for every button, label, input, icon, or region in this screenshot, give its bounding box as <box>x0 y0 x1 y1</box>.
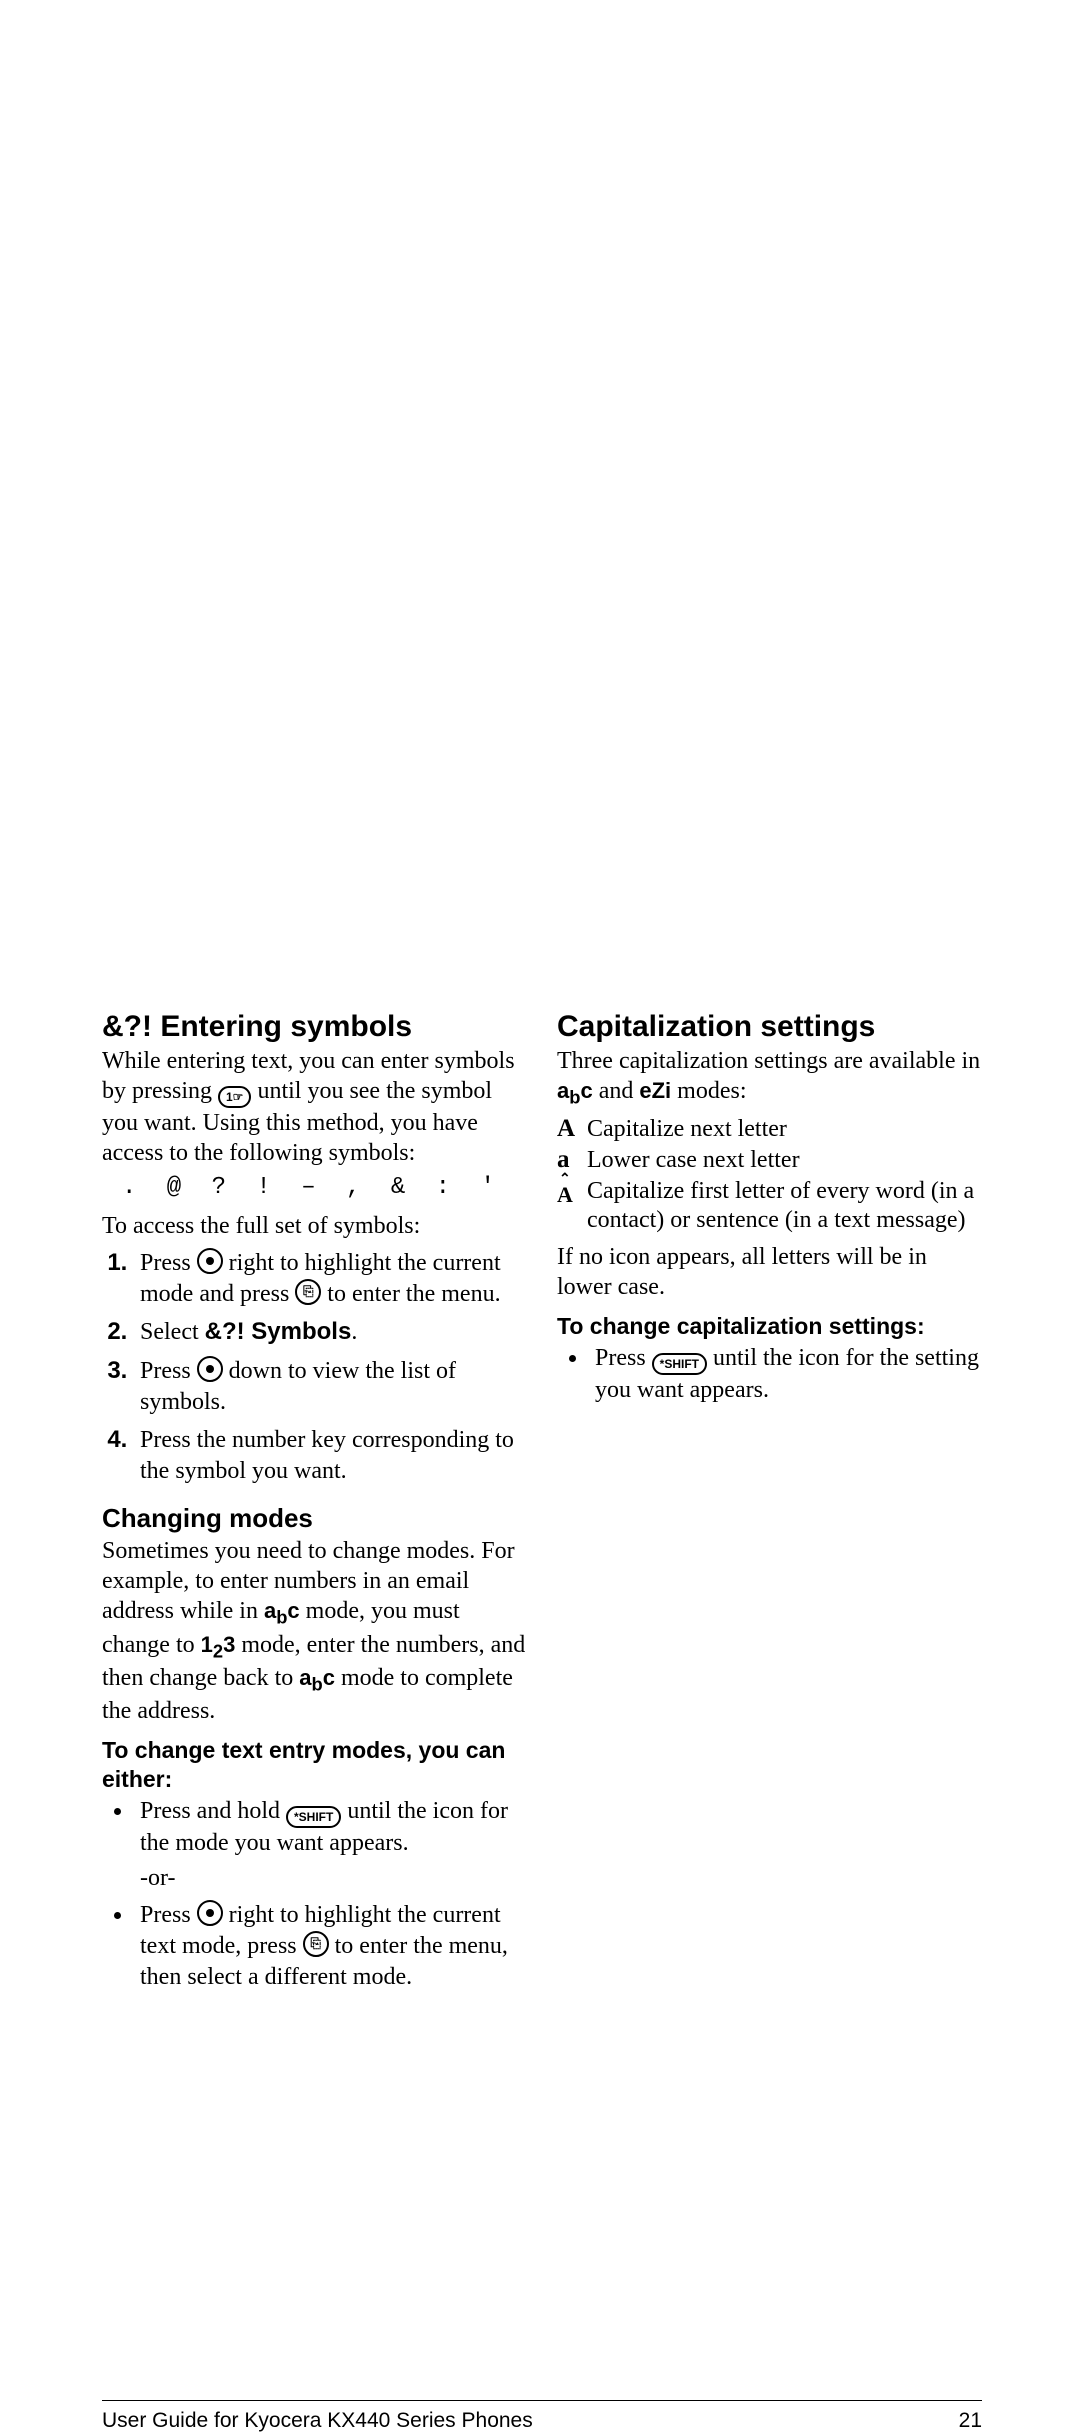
nav-icon <box>197 1900 223 1926</box>
option-or: -or- <box>140 1863 527 1894</box>
subhead-change-cap: To change capitalization settings: <box>557 1312 982 1341</box>
mode-123-icon: 123 <box>201 1632 236 1657</box>
page-content: &?! Entering symbols While entering text… <box>102 1010 982 2000</box>
symbol-list: . @ ? ! – , & : ' <box>122 1174 527 1201</box>
nav-icon <box>197 1248 223 1274</box>
heading-capitalization: Capitalization settings <box>557 1010 982 1044</box>
cap-row-lower: a Lower case next letter <box>557 1146 982 1175</box>
option-hold: Press and hold *SHIFT until the icon for… <box>134 1796 527 1894</box>
cap-shift-text: Capitalize first letter of every word (i… <box>587 1177 982 1235</box>
cap-upper-icon: A <box>557 1115 587 1144</box>
ok-icon <box>295 1279 321 1305</box>
heading-symbol-prefix: &?! <box>102 1010 152 1043</box>
cap-step-1: Press *SHIFT until the icon for the sett… <box>589 1343 982 1406</box>
cap-upper-text: Capitalize next letter <box>587 1115 787 1144</box>
mode-ezi-icon: eZi <box>639 1078 671 1103</box>
footer-rule <box>102 2400 982 2401</box>
heading-text: Entering symbols <box>160 1010 412 1043</box>
right-column: Capitalization settings Three capitaliza… <box>557 1010 982 2000</box>
nav-icon <box>197 1356 223 1382</box>
left-column: &?! Entering symbols While entering text… <box>102 1010 527 2000</box>
page-footer: User Guide for Kyocera KX440 Series Phon… <box>102 2400 982 2433</box>
cap-change-steps: Press *SHIFT until the icon for the sett… <box>557 1343 982 1406</box>
page-number: 21 <box>959 2409 982 2433</box>
step-1: Press right to highlight the current mod… <box>134 1247 527 1310</box>
symbols-menu-label: &?! Symbols <box>205 1318 352 1345</box>
step-4: Press the number key corresponding to th… <box>134 1424 527 1487</box>
mode-change-options: Press and hold *SHIFT until the icon for… <box>102 1796 527 1994</box>
heading-entering-symbols: &?! Entering symbols <box>102 1010 527 1044</box>
para-cap-intro: Three capitalization settings are availa… <box>557 1046 982 1109</box>
option-nav: Press right to highlight the current tex… <box>134 1900 527 1994</box>
para-symbols-intro: While entering text, you can enter symbo… <box>102 1046 527 1168</box>
two-column-layout: &?! Entering symbols While entering text… <box>102 1010 982 2000</box>
step-3: Press down to view the list of symbols. <box>134 1355 527 1418</box>
footer-title: User Guide for Kyocera KX440 Series Phon… <box>102 2409 533 2433</box>
cap-lower-icon: a <box>557 1146 587 1175</box>
cap-lower-text: Lower case next letter <box>587 1146 800 1175</box>
cap-row-upper: A Capitalize next letter <box>557 1115 982 1144</box>
para-full-set: To access the full set of symbols: <box>102 1211 527 1241</box>
key-1-icon: 1☞ <box>218 1086 251 1108</box>
subhead-change-modes: To change text entry modes, you can eith… <box>102 1736 527 1794</box>
para-changing-modes: Sometimes you need to change modes. For … <box>102 1536 527 1726</box>
mode-abc-icon: abc <box>299 1665 335 1690</box>
step-2: Select &?! Symbols. <box>134 1316 527 1348</box>
capitalization-table: A Capitalize next letter a Lower case ne… <box>557 1115 982 1234</box>
para-no-icon: If no icon appears, all letters will be … <box>557 1242 982 1302</box>
shift-key-icon: *SHIFT <box>286 1806 341 1828</box>
mode-abc-icon: abc <box>557 1078 593 1103</box>
ok-icon <box>303 1931 329 1957</box>
shift-key-icon: *SHIFT <box>652 1353 707 1375</box>
heading-changing-modes: Changing modes <box>102 1503 527 1534</box>
cap-row-shift: ⌃A Capitalize first letter of every word… <box>557 1177 982 1235</box>
footer-row: User Guide for Kyocera KX440 Series Phon… <box>102 2409 982 2433</box>
cap-shift-icon: ⌃A <box>557 1177 587 1213</box>
symbol-steps: Press right to highlight the current mod… <box>102 1247 527 1487</box>
mode-abc-icon: abc <box>264 1598 300 1623</box>
